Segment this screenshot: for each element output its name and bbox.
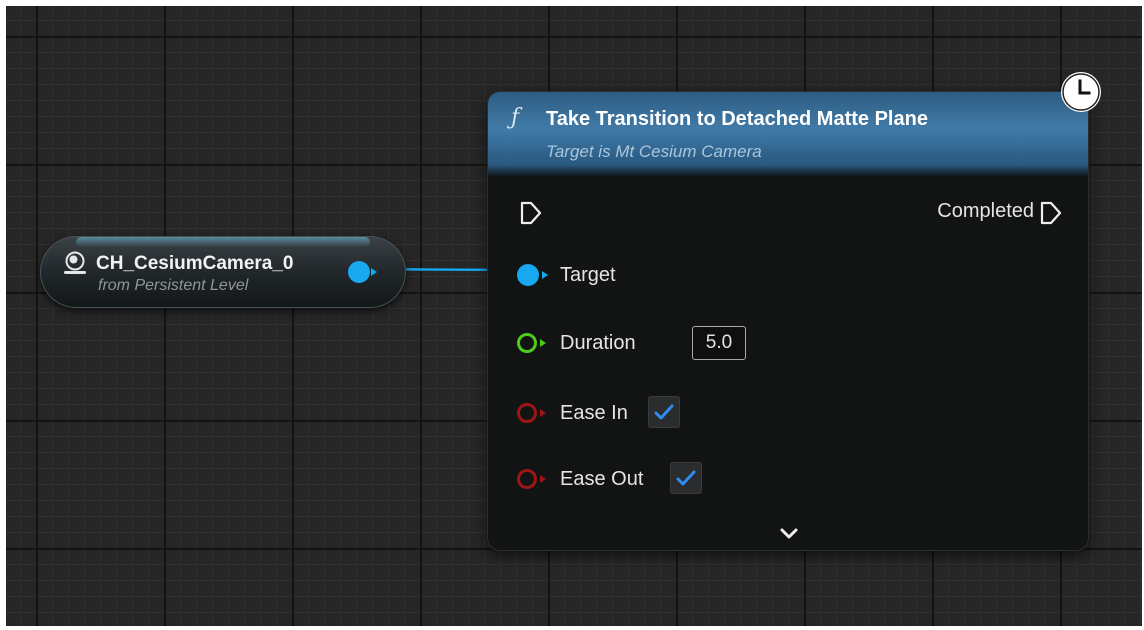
function-icon: ƒ xyxy=(511,105,520,130)
function-node-subtitle: Target is Mt Cesium Camera xyxy=(546,142,762,161)
exec-output-pin[interactable] xyxy=(1038,200,1064,231)
ease-in-pin-icon[interactable] xyxy=(516,401,552,425)
function-node-title: Take Transition to Detached Matte Plane xyxy=(546,108,928,130)
ease-out-pin-label: Ease Out xyxy=(560,468,644,490)
target-pin-icon[interactable] xyxy=(516,263,552,287)
camera-actor-icon xyxy=(62,250,88,276)
blueprint-graph-canvas[interactable]: CH_CesiumCamera_0 from Persistent Level … xyxy=(6,6,1142,626)
completed-pin-label: Completed xyxy=(937,200,1034,222)
reference-output-pin[interactable] xyxy=(348,261,370,283)
checkmark-icon xyxy=(654,404,674,420)
exec-input-pin[interactable] xyxy=(518,200,544,231)
ease-out-checkbox[interactable] xyxy=(670,462,702,494)
reference-node-subtitle: from Persistent Level xyxy=(98,277,249,294)
target-pin-label: Target xyxy=(560,264,616,286)
ease-out-pin-icon[interactable] xyxy=(516,467,552,491)
ease-in-checkbox[interactable] xyxy=(648,396,680,428)
duration-pin-icon[interactable] xyxy=(516,331,552,355)
reference-node-title: CH_CesiumCamera_0 xyxy=(96,253,294,274)
clock-icon xyxy=(1061,72,1101,112)
actor-reference-node[interactable]: CH_CesiumCamera_0 from Persistent Level xyxy=(40,236,406,308)
duration-pin-label: Duration xyxy=(560,332,636,354)
ease-out-pin-row[interactable]: Ease Out xyxy=(516,462,736,498)
pin-arrow-icon xyxy=(371,268,377,276)
duration-pin-row[interactable]: Duration 5.0 xyxy=(516,326,756,362)
function-node-header[interactable]: ƒ Take Transition to Detached Matte Plan… xyxy=(488,92,1088,176)
target-pin-row[interactable]: Target xyxy=(516,258,716,294)
ease-in-pin-label: Ease In xyxy=(560,402,628,424)
duration-value-field[interactable]: 5.0 xyxy=(692,326,746,360)
ease-in-pin-row[interactable]: Ease In xyxy=(516,396,716,432)
node-highlight xyxy=(76,237,370,247)
chevron-down-icon[interactable] xyxy=(778,526,800,547)
function-call-node[interactable]: ƒ Take Transition to Detached Matte Plan… xyxy=(488,72,1101,550)
checkmark-icon xyxy=(676,470,696,486)
